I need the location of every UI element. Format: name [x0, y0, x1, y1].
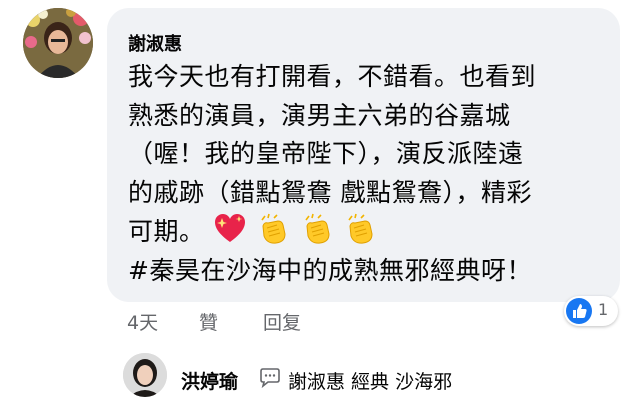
comment-line: #秦昊在沙海中的成熟無邪經典呀！ [128, 255, 532, 285]
clapping-hands-icon [348, 213, 373, 244]
sparkling-heart-icon [214, 214, 245, 242]
commenter-avatar[interactable] [23, 8, 93, 78]
comment-line: 的戚跡（錯點鴛鴦 戲點鴛鴦），精彩 [128, 177, 532, 207]
reply-author-avatar[interactable] [123, 353, 167, 397]
comment-text: 我今天也有打開看，不錯看。也看到 熟悉的演員，演男主六弟的谷嘉城 （喔！我的皇帝… [128, 58, 618, 290]
comment-timestamp[interactable]: 4天 [127, 308, 158, 335]
reply-button[interactable]: 回复 [263, 308, 301, 335]
reply-author-name[interactable]: 洪婷瑜 [181, 367, 238, 394]
reply-preview-text[interactable]: 謝淑惠 經典 沙海邪 [288, 367, 452, 394]
comment-line-emoji: 可期。 [128, 212, 618, 252]
like-reaction-icon [566, 298, 592, 324]
comment-line: 我今天也有打開看，不錯看。也看到 [128, 62, 537, 91]
comment-line: （喔！我的皇帝陛下），演反派陸遠 [128, 139, 524, 168]
comment-line: 可期。 [128, 217, 205, 246]
comment-line: 熟悉的演員，演男主六弟的谷嘉城 [128, 100, 511, 130]
clapping-hands-icon [261, 213, 286, 244]
reaction-summary[interactable]: 1 [564, 296, 618, 326]
clapping-hands-icon [305, 213, 330, 244]
reaction-count: 1 [598, 300, 609, 319]
like-button[interactable]: 贊 [199, 308, 218, 335]
reply-arrow-icon [260, 368, 280, 388]
comment-author-name[interactable]: 謝淑惠 [128, 30, 182, 56]
